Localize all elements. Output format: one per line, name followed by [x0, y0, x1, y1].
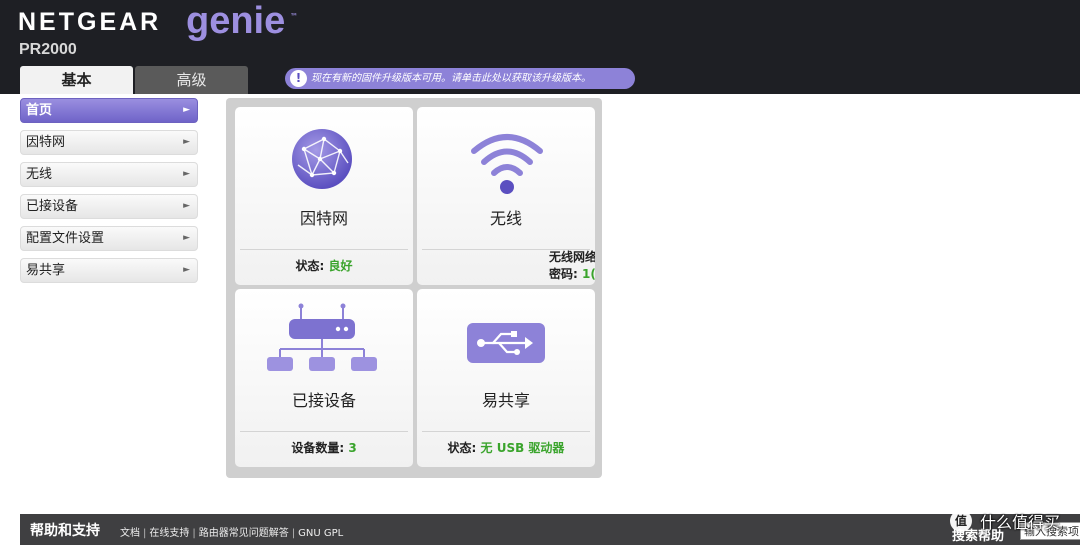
- help-support-footer: 帮助和支持 文档 | 在线支持 | 路由器常见问题解答 | GNU GPL 搜索帮助: [20, 514, 1080, 545]
- sidebar-item-readyshare[interactable]: 易共享 ►: [20, 258, 198, 283]
- footer-links: 文档 | 在线支持 | 路由器常见问题解答 | GNU GPL: [120, 524, 343, 539]
- watermark-text: 什么值得买: [980, 513, 1061, 532]
- tab-advanced[interactable]: 高级: [135, 66, 248, 94]
- sidebar-item-label: 已接设备: [26, 199, 79, 214]
- divider: [240, 249, 408, 250]
- password-value: 1(: [582, 267, 595, 281]
- model-name: PR2000: [19, 41, 77, 58]
- arrow-right-icon: ►: [183, 265, 190, 275]
- divider: [422, 431, 590, 432]
- router-devices-icon: [267, 303, 377, 371]
- notice-text: 现在有新的固件升级版本可用。请单击此处以获取该升级版本。: [311, 73, 591, 84]
- status-value: 无 USB 驱动器: [480, 441, 565, 455]
- password-label: 密码:: [549, 267, 578, 281]
- sidebar-item-label: 首页: [26, 103, 53, 118]
- link-gnu-gpl[interactable]: GNU GPL: [298, 528, 343, 539]
- arrow-right-icon: ►: [183, 169, 190, 179]
- wireless-status: 无线网络 密码: 1(: [549, 249, 595, 283]
- status-label: 设备数量:: [291, 441, 345, 455]
- tile-internet[interactable]: 因特网 状态: 良好: [235, 107, 413, 285]
- sidebar-item-label: 配置文件设置: [26, 231, 105, 246]
- sidebar-item-attached-devices[interactable]: 已接设备 ►: [20, 194, 198, 219]
- footer-title: 帮助和支持: [30, 523, 100, 539]
- trademark-symbol: ™: [290, 12, 298, 21]
- arrow-right-icon: ►: [183, 105, 190, 115]
- header: NETGEAR genie ™ PR2000 基本 高级 ! 现在有新的固件升级…: [0, 0, 1080, 94]
- link-online-support[interactable]: 在线支持: [149, 528, 189, 539]
- tab-basic[interactable]: 基本: [20, 66, 133, 94]
- netgear-logo: NETGEAR: [18, 8, 162, 36]
- device-count-status: 设备数量: 3: [235, 439, 413, 456]
- info-icon: !: [290, 70, 307, 87]
- sidebar-item-label: 无线: [26, 167, 53, 182]
- firmware-update-notice[interactable]: ! 现在有新的固件升级版本可用。请单击此处以获取该升级版本。: [285, 68, 635, 89]
- wireless-network-label: 无线网络: [549, 250, 595, 264]
- arrow-right-icon: ►: [183, 137, 190, 147]
- watermark-logo-icon: 值: [950, 510, 972, 532]
- tile-title: 因特网: [299, 209, 348, 228]
- tile-title: 已接设备: [291, 391, 356, 410]
- genie-logo: genie: [186, 0, 286, 42]
- arrow-right-icon: ►: [183, 233, 190, 243]
- tile-readyshare[interactable]: 易共享 状态: 无 USB 驱动器: [417, 289, 595, 467]
- usb-status: 状态: 无 USB 驱动器: [417, 439, 595, 456]
- status-label: 状态:: [447, 441, 477, 455]
- tile-title: 无线: [489, 209, 522, 228]
- usb-icon: [467, 323, 545, 363]
- tile-title: 易共享: [481, 391, 530, 410]
- status-value: 良好: [328, 259, 353, 273]
- globe-icon: [292, 129, 352, 189]
- sidebar-item-label: 因特网: [26, 135, 66, 150]
- status-label: 状态:: [295, 259, 325, 273]
- wifi-icon: [471, 134, 543, 194]
- separator: |: [192, 528, 196, 539]
- separator: |: [143, 528, 147, 539]
- sidebar-item-profile-settings[interactable]: 配置文件设置 ►: [20, 226, 198, 251]
- tile-wireless[interactable]: 无线 无线网络 密码: 1(: [417, 107, 595, 285]
- sidebar-item-label: 易共享: [26, 263, 66, 278]
- link-router-faq[interactable]: 路由器常见问题解答: [199, 528, 289, 539]
- divider: [240, 431, 408, 432]
- dashboard-panel: 因特网 状态: 良好 无线 无线网络 密码: 1(已接设备 设备数量: 3 易…: [226, 98, 602, 478]
- sidebar-item-internet[interactable]: 因特网 ►: [20, 130, 198, 155]
- status-value: 3: [348, 441, 357, 455]
- sidebar-item-home[interactable]: 首页 ►: [20, 98, 198, 123]
- tile-attached-devices[interactable]: 已接设备 设备数量: 3: [235, 289, 413, 467]
- internet-status: 状态: 良好: [235, 257, 413, 274]
- arrow-right-icon: ►: [183, 201, 190, 211]
- sidebar-item-wireless[interactable]: 无线 ►: [20, 162, 198, 187]
- watermark: 值 什么值得买: [948, 506, 1080, 536]
- link-documentation[interactable]: 文档: [120, 528, 140, 539]
- separator: |: [291, 528, 296, 539]
